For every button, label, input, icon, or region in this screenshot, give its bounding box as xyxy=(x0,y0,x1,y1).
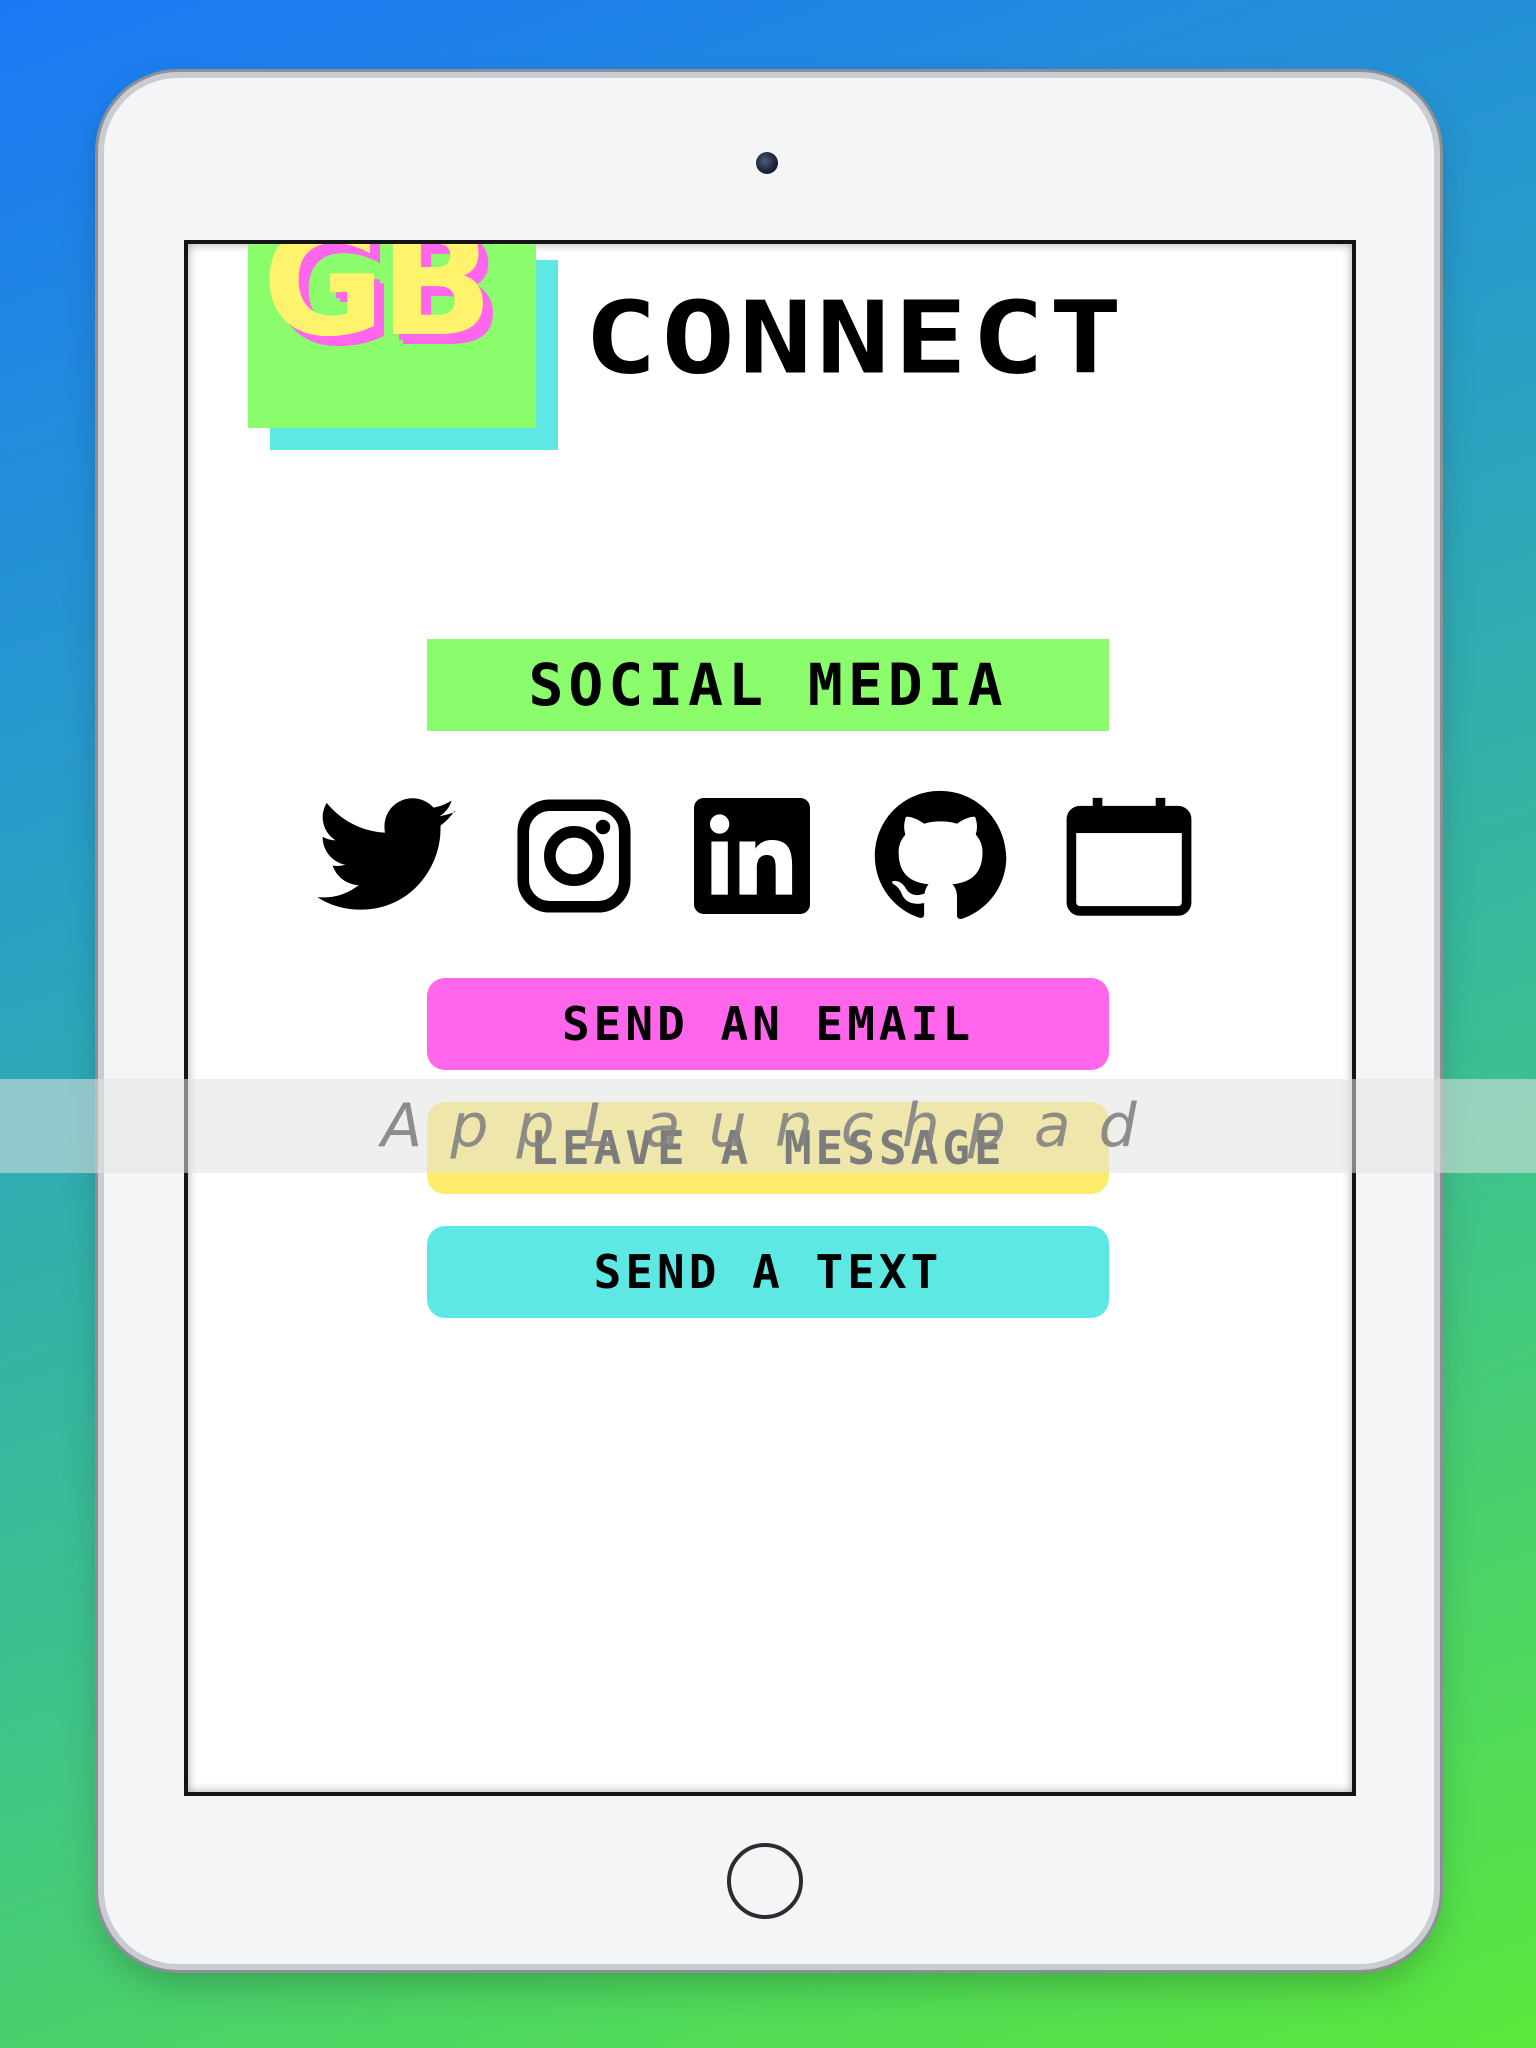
send-email-button[interactable]: SEND AN EMAIL xyxy=(427,978,1109,1070)
instagram-icon[interactable] xyxy=(514,786,634,926)
front-camera xyxy=(756,152,778,174)
app-logo: GB xyxy=(248,240,558,450)
calendar-icon[interactable] xyxy=(1064,786,1194,926)
watermark-band: AppLaunchpad xyxy=(0,1079,1536,1173)
brand-title: CONNECT xyxy=(584,279,1127,397)
github-icon[interactable] xyxy=(870,786,1010,926)
social-icon-row xyxy=(318,786,1238,926)
linkedin-icon[interactable] xyxy=(692,786,812,926)
twitter-icon[interactable] xyxy=(318,786,458,926)
logo-text: GB xyxy=(262,240,493,370)
tablet-device-frame: GB CONNECT SOCIAL MEDIA SEND AN EMAIL SE… xyxy=(104,78,1434,1964)
home-button[interactable] xyxy=(727,1843,803,1919)
watermark-text: AppLaunchpad xyxy=(381,1091,1165,1161)
section-heading: SOCIAL MEDIA xyxy=(427,639,1109,731)
section-title: SOCIAL MEDIA xyxy=(528,651,1008,719)
send-text-button[interactable]: SEND A TEXT xyxy=(427,1226,1109,1318)
app-screen: GB CONNECT SOCIAL MEDIA SEND AN EMAIL SE… xyxy=(184,240,1356,1796)
